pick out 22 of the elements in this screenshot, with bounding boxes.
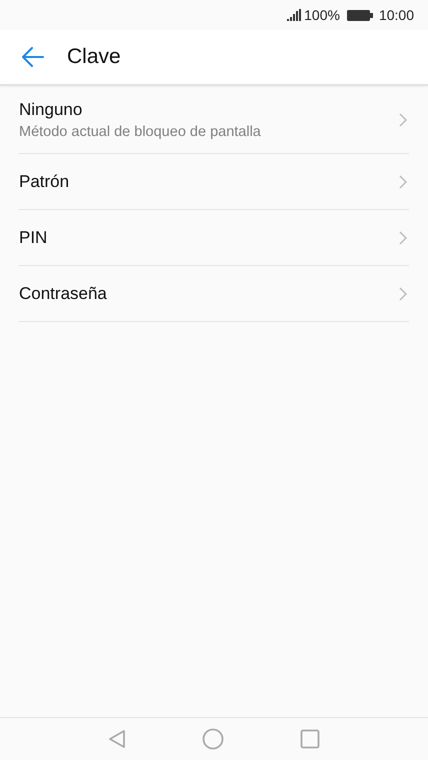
recents-icon[interactable]: [300, 729, 320, 749]
home-icon[interactable]: [202, 728, 224, 750]
settings-item[interactable]: Patrón: [19, 154, 409, 210]
settings-item[interactable]: Contraseña: [19, 266, 409, 322]
item-title: Patrón: [19, 172, 70, 192]
back-icon[interactable]: [108, 729, 126, 749]
item-title: Contraseña: [19, 284, 107, 304]
item-title: Ninguno: [19, 100, 84, 120]
page-title: Clave: [67, 45, 121, 69]
chevron-icon: [399, 112, 407, 126]
battery-percent: 100%: [304, 7, 340, 23]
chevron-icon: [399, 174, 407, 188]
clock: 10:00: [378, 7, 414, 23]
signal-icon: [287, 9, 302, 21]
item-title: PIN: [19, 228, 48, 248]
item-subtitle: Método actual de bloqueo de pantalla: [19, 124, 261, 140]
chevron-icon: [399, 286, 407, 300]
chevron-icon: [399, 230, 407, 244]
battery-icon: [346, 10, 373, 20]
settings-item[interactable]: Ninguno Método actual de bloqueo de pantalla: [19, 86, 409, 154]
back-arrow-icon[interactable]: [21, 47, 45, 67]
settings-item[interactable]: PIN: [19, 210, 409, 266]
